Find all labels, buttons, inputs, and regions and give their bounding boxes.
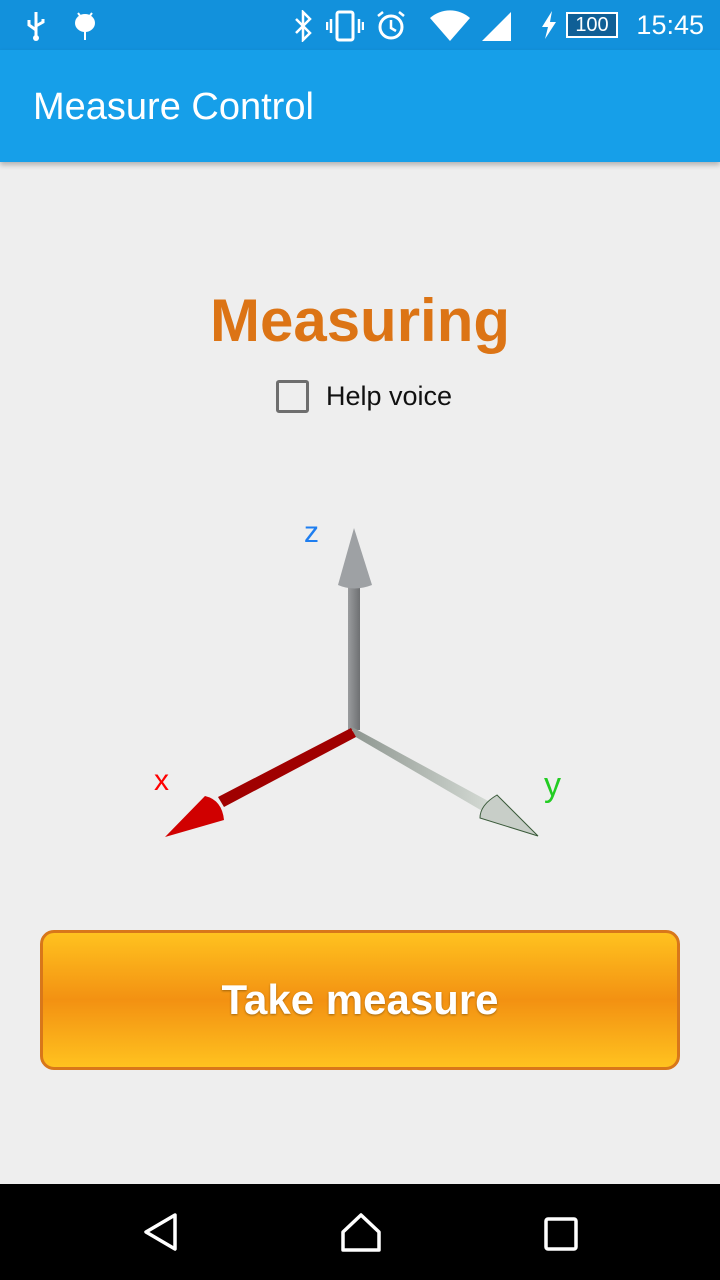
android-icon [75,12,95,40]
axes-diagram: z x y [154,516,561,837]
recents-icon[interactable] [543,1216,579,1252]
status-bar: 100 15:45 [0,0,720,50]
help-voice-label: Help voice [326,381,453,411]
wifi-icon [430,10,470,41]
app-bar: Measure Control [0,50,720,162]
usb-icon [27,12,45,41]
vibrate-icon [326,10,364,42]
y-axis-label: y [544,766,561,804]
clock: 15:45 [636,10,704,40]
charging-icon [542,11,556,39]
take-measure-button[interactable]: Take measure [40,930,680,1070]
x-axis-arrow [165,728,356,837]
navigation-bar [0,1184,720,1280]
z-axis-arrow [338,528,372,730]
help-voice-checkbox[interactable]: Help voice [276,380,452,413]
checkbox-box[interactable] [276,380,309,413]
x-axis-label: x [154,764,169,797]
alarm-icon [377,11,405,40]
bluetooth-icon [295,10,312,42]
app-title: Measure Control [33,86,314,128]
back-icon[interactable] [142,1212,178,1252]
battery-icon: 100 [566,12,618,38]
signal-icon [482,12,511,41]
home-icon[interactable] [340,1212,382,1252]
page-heading: Measuring [209,287,511,354]
y-axis-arrow [352,727,539,837]
z-axis-label: z [304,516,319,549]
